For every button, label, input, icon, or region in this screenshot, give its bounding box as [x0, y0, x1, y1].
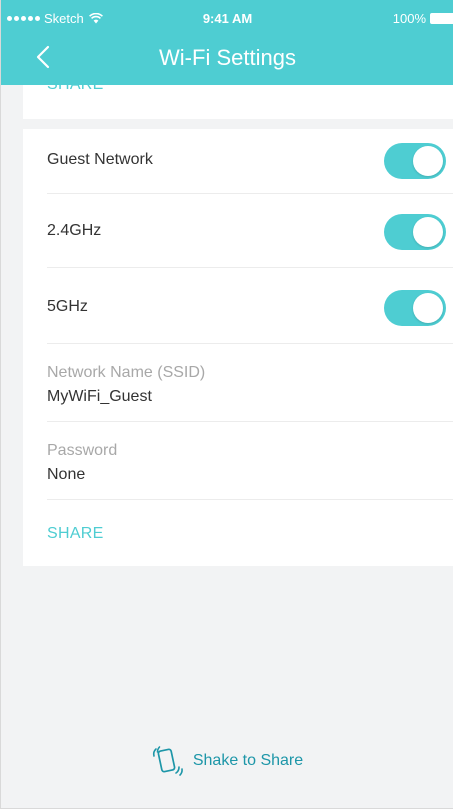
guest-network-toggle[interactable] [384, 143, 446, 179]
status-bar: Sketch 9:41 AM 100% [1, 0, 453, 38]
password-row[interactable]: Password None [47, 421, 453, 500]
share-button[interactable]: SHARE [47, 525, 104, 543]
settings-content[interactable]: SHARE Guest Network 2.4GHz 5GHz [1, 85, 453, 808]
password-value: None [47, 466, 86, 483]
toggle-knob [413, 146, 443, 176]
toggle-knob [413, 293, 443, 323]
shake-to-share[interactable]: Shake to Share [1, 745, 453, 777]
shake-to-share-label: Shake to Share [192, 752, 304, 769]
guest-network-card: Guest Network 2.4GHz 5GHz Network Name (… [23, 129, 453, 566]
ssid-value: MyWiFi_Guest [47, 388, 152, 405]
battery-icon [430, 13, 453, 24]
previous-share-button[interactable]: SHARE [47, 85, 104, 94]
header: Sketch 9:41 AM 100% Wi-Fi Settings [1, 0, 453, 85]
band-24ghz-label: 2.4GHz [47, 222, 102, 239]
password-label: Password [47, 442, 118, 459]
page-title: Wi-Fi Settings [159, 45, 296, 70]
battery-percent: 100% [392, 11, 426, 26]
previous-network-card: SHARE [23, 85, 453, 119]
band-24ghz-toggle[interactable] [384, 214, 446, 250]
guest-network-label: Guest Network [47, 151, 153, 168]
app-screen: Sketch 9:41 AM 100% Wi-Fi Settings SHARE [0, 0, 453, 809]
band-5ghz-label: 5GHz [47, 298, 88, 315]
status-right: 100% [393, 11, 453, 26]
shake-phone-icon [152, 746, 183, 776]
band-5ghz-toggle[interactable] [384, 290, 446, 326]
toggle-knob [413, 217, 443, 247]
ssid-label: Network Name (SSID) [47, 364, 206, 381]
status-time: 9:41 AM [202, 11, 253, 26]
band-5ghz-row: 5GHz [47, 267, 453, 344]
ssid-row[interactable]: Network Name (SSID) MyWiFi_Guest [47, 343, 453, 422]
band-24ghz-row: 2.4GHz [47, 193, 453, 268]
guest-network-row: Guest Network [47, 129, 453, 194]
